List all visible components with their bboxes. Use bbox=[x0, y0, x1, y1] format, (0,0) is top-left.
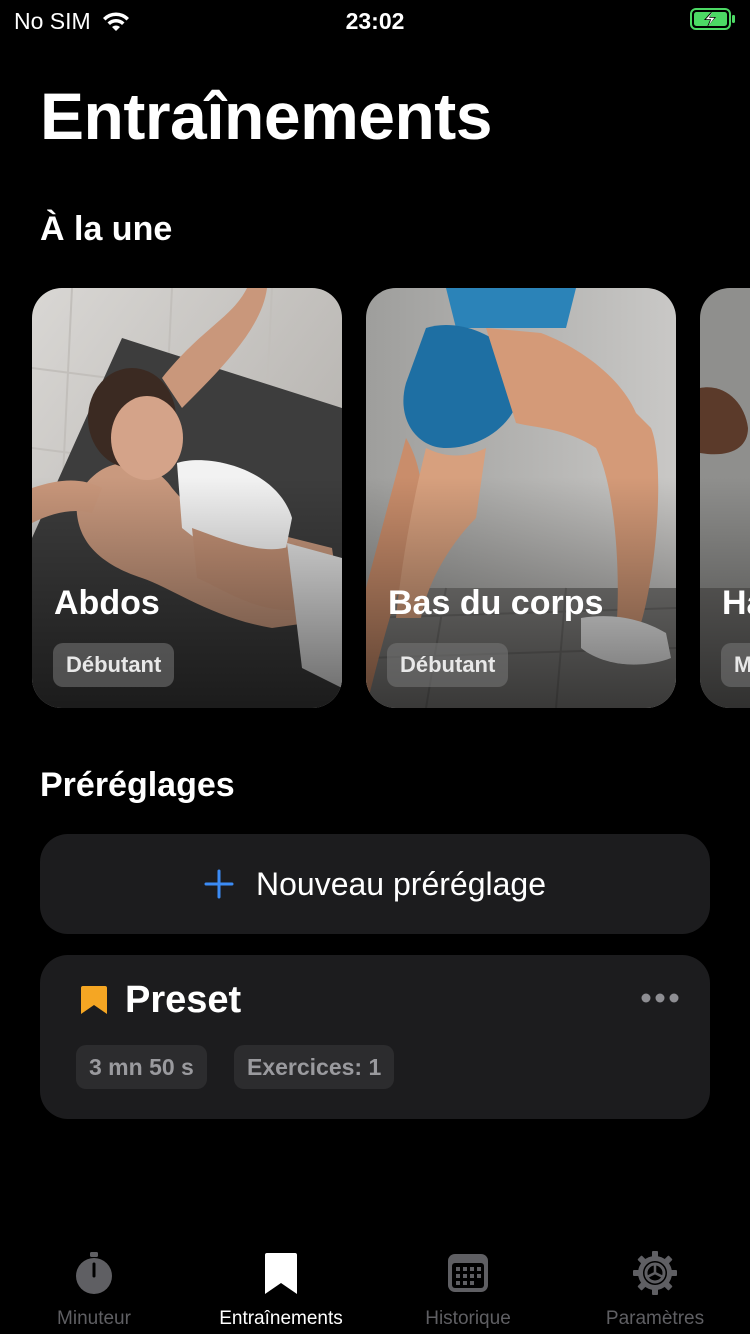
preset-exercises-chip: Exercices: 1 bbox=[234, 1045, 395, 1089]
tab-historique[interactable]: Historique bbox=[374, 1234, 562, 1334]
status-time: 23:02 bbox=[345, 8, 405, 34]
new-preset-label: Nouveau préréglage bbox=[256, 865, 546, 902]
tab-label: Historique bbox=[425, 1308, 511, 1329]
battery-charging-icon bbox=[690, 8, 735, 30]
preset-duration-chip: 3 mn 50 s bbox=[76, 1045, 207, 1089]
calendar-icon bbox=[448, 1254, 488, 1292]
card-level-badge: Débutant bbox=[387, 643, 509, 687]
plus-icon bbox=[204, 869, 234, 899]
gear-icon bbox=[633, 1251, 677, 1295]
new-preset-button[interactable]: Nouveau préréglage bbox=[40, 834, 710, 934]
tab-minuteur[interactable]: Minuteur bbox=[0, 1234, 188, 1334]
status-bar: No SIM 23:02 bbox=[0, 0, 750, 40]
card-title: Ha bbox=[722, 584, 750, 622]
featured-section-title: À la une bbox=[40, 210, 173, 248]
tab-parametres[interactable]: Paramètres bbox=[561, 1234, 749, 1334]
preset-name: Preset bbox=[125, 979, 242, 1021]
tab-label: Paramètres bbox=[605, 1308, 705, 1329]
featured-card-partial[interactable]: Ha M bbox=[700, 288, 750, 708]
card-title: Bas du corps bbox=[388, 584, 604, 622]
more-options-icon[interactable] bbox=[640, 991, 680, 1005]
card-title: Abdos bbox=[54, 584, 160, 622]
preset-card[interactable]: Preset 3 mn 50 s Exercices: 1 bbox=[40, 955, 710, 1119]
page-title: Entraînements bbox=[40, 79, 492, 153]
tab-label: Entraînements bbox=[219, 1308, 343, 1329]
card-level-badge: Débutant bbox=[53, 643, 175, 687]
featured-carousel[interactable]: Abdos Débutant Bas du corps Débutant H M bbox=[0, 288, 750, 708]
bookmark-icon bbox=[81, 986, 107, 1014]
tab-label: Minuteur bbox=[57, 1308, 131, 1329]
featured-card-bas-du-corps[interactable]: Bas du corps Débutant bbox=[366, 288, 676, 708]
card-level-badge: M bbox=[721, 643, 750, 687]
tab-entrainements[interactable]: Entraînements bbox=[187, 1234, 375, 1334]
tab-bar: Minuteur Entraînements Historique Paramè… bbox=[0, 1234, 750, 1334]
presets-section-title: Préréglages bbox=[40, 766, 235, 804]
featured-card-abdos[interactable]: Abdos Débutant bbox=[32, 288, 342, 708]
stopwatch-icon bbox=[76, 1252, 112, 1294]
bookmark-icon bbox=[265, 1253, 297, 1294]
